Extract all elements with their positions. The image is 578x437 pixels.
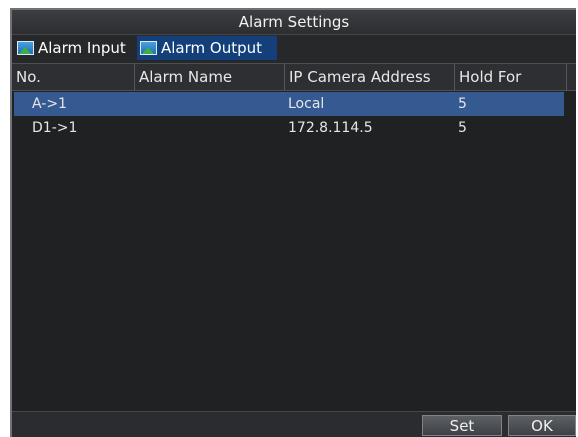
column-header-ip-camera-address[interactable]: IP Camera Address	[284, 64, 454, 90]
tab-alarm-output[interactable]: Alarm Output	[137, 36, 277, 60]
alarm-settings-dialog: Alarm Settings Alarm Input Alarm Output …	[10, 8, 576, 437]
scrollbar-header-cap	[566, 64, 576, 90]
cell-hold-for: 5	[458, 120, 467, 136]
table-header: No. Alarm Name IP Camera Address Hold Fo…	[12, 64, 576, 91]
image-icon	[17, 41, 34, 55]
set-button[interactable]: Set	[422, 415, 502, 436]
cell-no: D1->1	[32, 120, 78, 136]
table-row[interactable]: A->1 Local 5	[14, 92, 564, 116]
column-header-hold-for[interactable]: Hold For	[454, 64, 566, 90]
column-header-alarm-name[interactable]: Alarm Name	[134, 64, 284, 90]
cell-ip-address: 172.8.114.5	[288, 120, 373, 136]
dialog-title: Alarm Settings	[12, 10, 576, 35]
alarm-output-table: No. Alarm Name IP Camera Address Hold Fo…	[12, 63, 576, 415]
tab-label: Alarm Output	[161, 39, 263, 57]
dialog-footer: Set OK	[12, 411, 576, 437]
column-header-no[interactable]: No.	[12, 64, 134, 90]
cell-hold-for: 5	[458, 96, 467, 112]
ok-button[interactable]: OK	[508, 415, 576, 436]
image-icon	[140, 41, 157, 55]
cell-ip-address: Local	[288, 96, 325, 112]
table-row[interactable]: D1->1 172.8.114.5 5	[14, 116, 564, 140]
tab-label: Alarm Input	[38, 39, 126, 57]
cell-no: A->1	[32, 96, 67, 112]
tab-bar: Alarm Input Alarm Output	[14, 36, 576, 60]
tab-alarm-input[interactable]: Alarm Input	[14, 36, 134, 60]
